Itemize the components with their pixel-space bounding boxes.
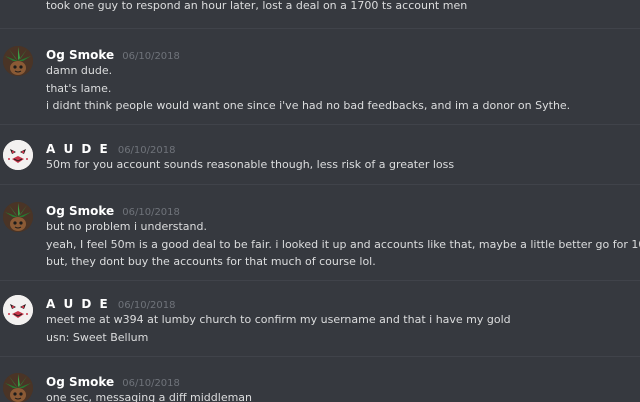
message-timestamp: 06/10/2018 (117, 300, 176, 311)
mask-avatar-icon (3, 140, 33, 170)
message-line[interactable]: took one guy to respond an hour later, l… (46, 0, 467, 15)
message-line[interactable]: damn dude. (46, 62, 570, 80)
author-name[interactable]: Og Smoke (46, 48, 114, 62)
plant-avatar-icon (3, 46, 33, 76)
message-line[interactable]: that's lame. (46, 80, 570, 98)
message-divider (0, 124, 640, 125)
message-line[interactable]: meet me at w394 at lumby church to confi… (46, 311, 511, 329)
message-line[interactable]: 50m for you account sounds reasonable th… (46, 156, 454, 174)
message-timestamp: 06/10/2018 (122, 207, 180, 218)
chat-message-list: took one guy to respond an hour later, l… (0, 0, 640, 402)
message-line[interactable]: but no problem i understand. (46, 218, 640, 236)
avatar[interactable] (3, 202, 33, 232)
message-divider (0, 280, 640, 281)
avatar[interactable] (3, 140, 33, 170)
message-timestamp: 06/10/2018 (117, 145, 176, 156)
author-name[interactable]: Og Smoke (46, 204, 114, 218)
author-name[interactable]: Og Smoke (46, 375, 114, 389)
message-line[interactable]: usn: Sweet Bellum (46, 329, 511, 347)
mask-avatar-icon (3, 295, 33, 325)
message-line[interactable]: i didnt think people would want one sinc… (46, 97, 570, 115)
plant-avatar-icon (3, 373, 33, 402)
message-line[interactable]: one sec, messaging a diff middleman (46, 389, 252, 402)
avatar[interactable] (3, 46, 33, 76)
message-divider (0, 28, 640, 29)
author-name[interactable]: A U D E (46, 142, 110, 156)
plant-avatar-icon (3, 202, 33, 232)
message-timestamp: 06/10/2018 (122, 51, 180, 62)
author-name[interactable]: A U D E (46, 297, 110, 311)
message-divider (0, 356, 640, 357)
avatar[interactable] (3, 373, 33, 402)
message-divider (0, 184, 640, 185)
message-line[interactable]: but, they dont buy the accounts for that… (46, 253, 640, 271)
message-line[interactable]: yeah, I feel 50m is a good deal to be fa… (46, 236, 640, 254)
avatar[interactable] (3, 295, 33, 325)
message-timestamp: 06/10/2018 (122, 378, 180, 389)
